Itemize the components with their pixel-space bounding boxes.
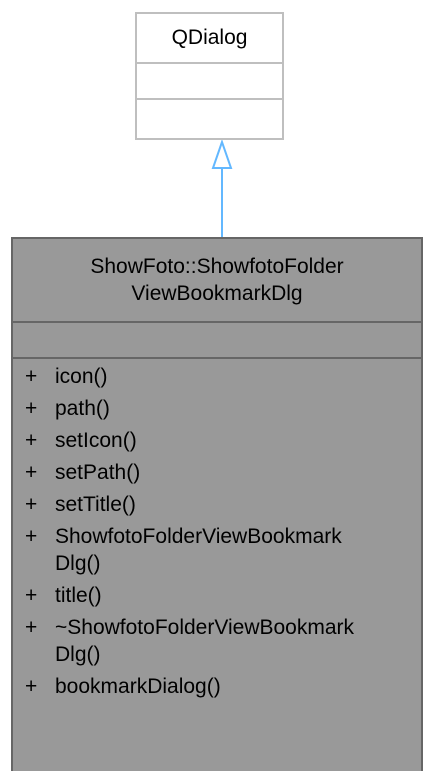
- attributes-compartment: [13, 323, 421, 359]
- operations-compartment: + icon() + path() + setIcon() + setPath(…: [13, 359, 421, 700]
- visibility-marker: +: [25, 493, 38, 516]
- visibility-marker: +: [25, 584, 38, 607]
- operation-name: icon(): [55, 365, 108, 388]
- operation-row: + bookmarkDialog(): [13, 673, 421, 700]
- operation-name: setPath(): [55, 461, 141, 484]
- class-box-qdialog[interactable]: QDialog: [135, 12, 284, 140]
- operations-compartment: [137, 100, 282, 138]
- visibility-marker: +: [25, 616, 38, 639]
- operation-row: + icon(): [13, 363, 421, 390]
- operation-row: + title(): [13, 582, 421, 609]
- visibility-marker: +: [25, 675, 38, 698]
- operation-row: + setPath(): [13, 459, 421, 486]
- operation-row: + ShowfotoFolderViewBookmark Dlg(): [13, 523, 421, 577]
- class-name: ShowFoto::ShowfotoFolder ViewBookmarkDlg: [13, 239, 421, 323]
- class-name: QDialog: [137, 14, 282, 64]
- visibility-marker: +: [25, 525, 38, 548]
- attributes-compartment: [137, 64, 282, 100]
- operation-name: bookmarkDialog(): [55, 675, 221, 698]
- operation-name: path(): [55, 397, 110, 420]
- visibility-marker: +: [25, 397, 38, 420]
- visibility-marker: +: [25, 429, 38, 452]
- visibility-marker: +: [25, 461, 38, 484]
- inheritance-arrowhead: [211, 138, 233, 169]
- operation-row: + setIcon(): [13, 427, 421, 454]
- class-box-showfoto-folder-view-bookmark-dlg[interactable]: ShowFoto::ShowfotoFolder ViewBookmarkDlg…: [11, 237, 423, 771]
- operation-row: + ~ShowfotoFolderViewBookmark Dlg(): [13, 614, 421, 668]
- operation-name: ~ShowfotoFolderViewBookmark Dlg(): [55, 616, 355, 666]
- visibility-marker: +: [25, 365, 38, 388]
- class-name-line-2: ViewBookmarkDlg: [131, 282, 303, 305]
- class-name-line-1: ShowFoto::ShowfotoFolder: [90, 255, 344, 278]
- operation-row: + path(): [13, 395, 421, 422]
- operation-name: ShowfotoFolderViewBookmark Dlg(): [55, 525, 342, 575]
- operation-name: setTitle(): [55, 493, 136, 516]
- operation-name: title(): [55, 584, 102, 607]
- operation-row: + setTitle(): [13, 491, 421, 518]
- operation-name: setIcon(): [55, 429, 137, 452]
